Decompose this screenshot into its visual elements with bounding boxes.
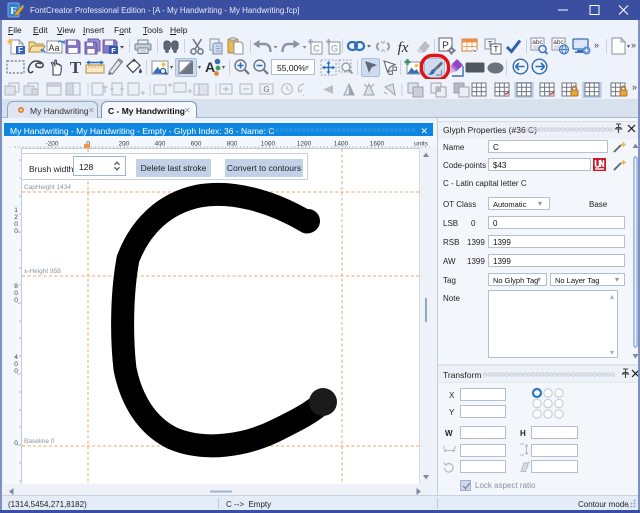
svg-text:200: 200 — [119, 141, 130, 148]
svg-text:0: 0 — [14, 361, 18, 368]
svg-text:0: 0 — [14, 440, 18, 447]
svg-text:2: 2 — [14, 214, 18, 221]
svg-text:8: 8 — [14, 283, 18, 290]
svg-text:T: T — [494, 45, 499, 54]
svg-text:A: A — [205, 59, 215, 75]
svg-text:800: 800 — [227, 141, 238, 148]
svg-text:1600: 1600 — [370, 141, 385, 148]
svg-text:4: 4 — [14, 354, 18, 361]
svg-text:C: C — [313, 44, 320, 54]
svg-text:400: 400 — [155, 141, 166, 148]
svg-text:0: 0 — [14, 228, 18, 235]
svg-text:F: F — [18, 46, 23, 55]
svg-text:Aa: Aa — [48, 43, 59, 53]
svg-text:»: » — [632, 82, 637, 92]
svg-text:-200: -200 — [45, 141, 58, 148]
svg-text:fx: fx — [398, 40, 409, 55]
svg-text:1200: 1200 — [297, 141, 312, 148]
svg-text:T: T — [70, 58, 82, 75]
svg-text:1: 1 — [14, 207, 18, 214]
svg-text:G: G — [331, 44, 338, 54]
svg-text:x-Height 958: x-Height 958 — [24, 268, 61, 275]
svg-text:600: 600 — [191, 141, 202, 148]
svg-text:units: units — [414, 141, 428, 148]
svg-text:CapHeight 1434: CapHeight 1434 — [24, 184, 71, 191]
svg-text:0: 0 — [14, 221, 18, 228]
svg-text:Baseline 0: Baseline 0 — [24, 438, 55, 445]
svg-text:1000: 1000 — [261, 141, 276, 148]
svg-text:0: 0 — [14, 290, 18, 297]
svg-text:G: G — [263, 85, 269, 94]
svg-text:1400: 1400 — [334, 141, 349, 148]
svg-text:F: F — [111, 46, 116, 54]
